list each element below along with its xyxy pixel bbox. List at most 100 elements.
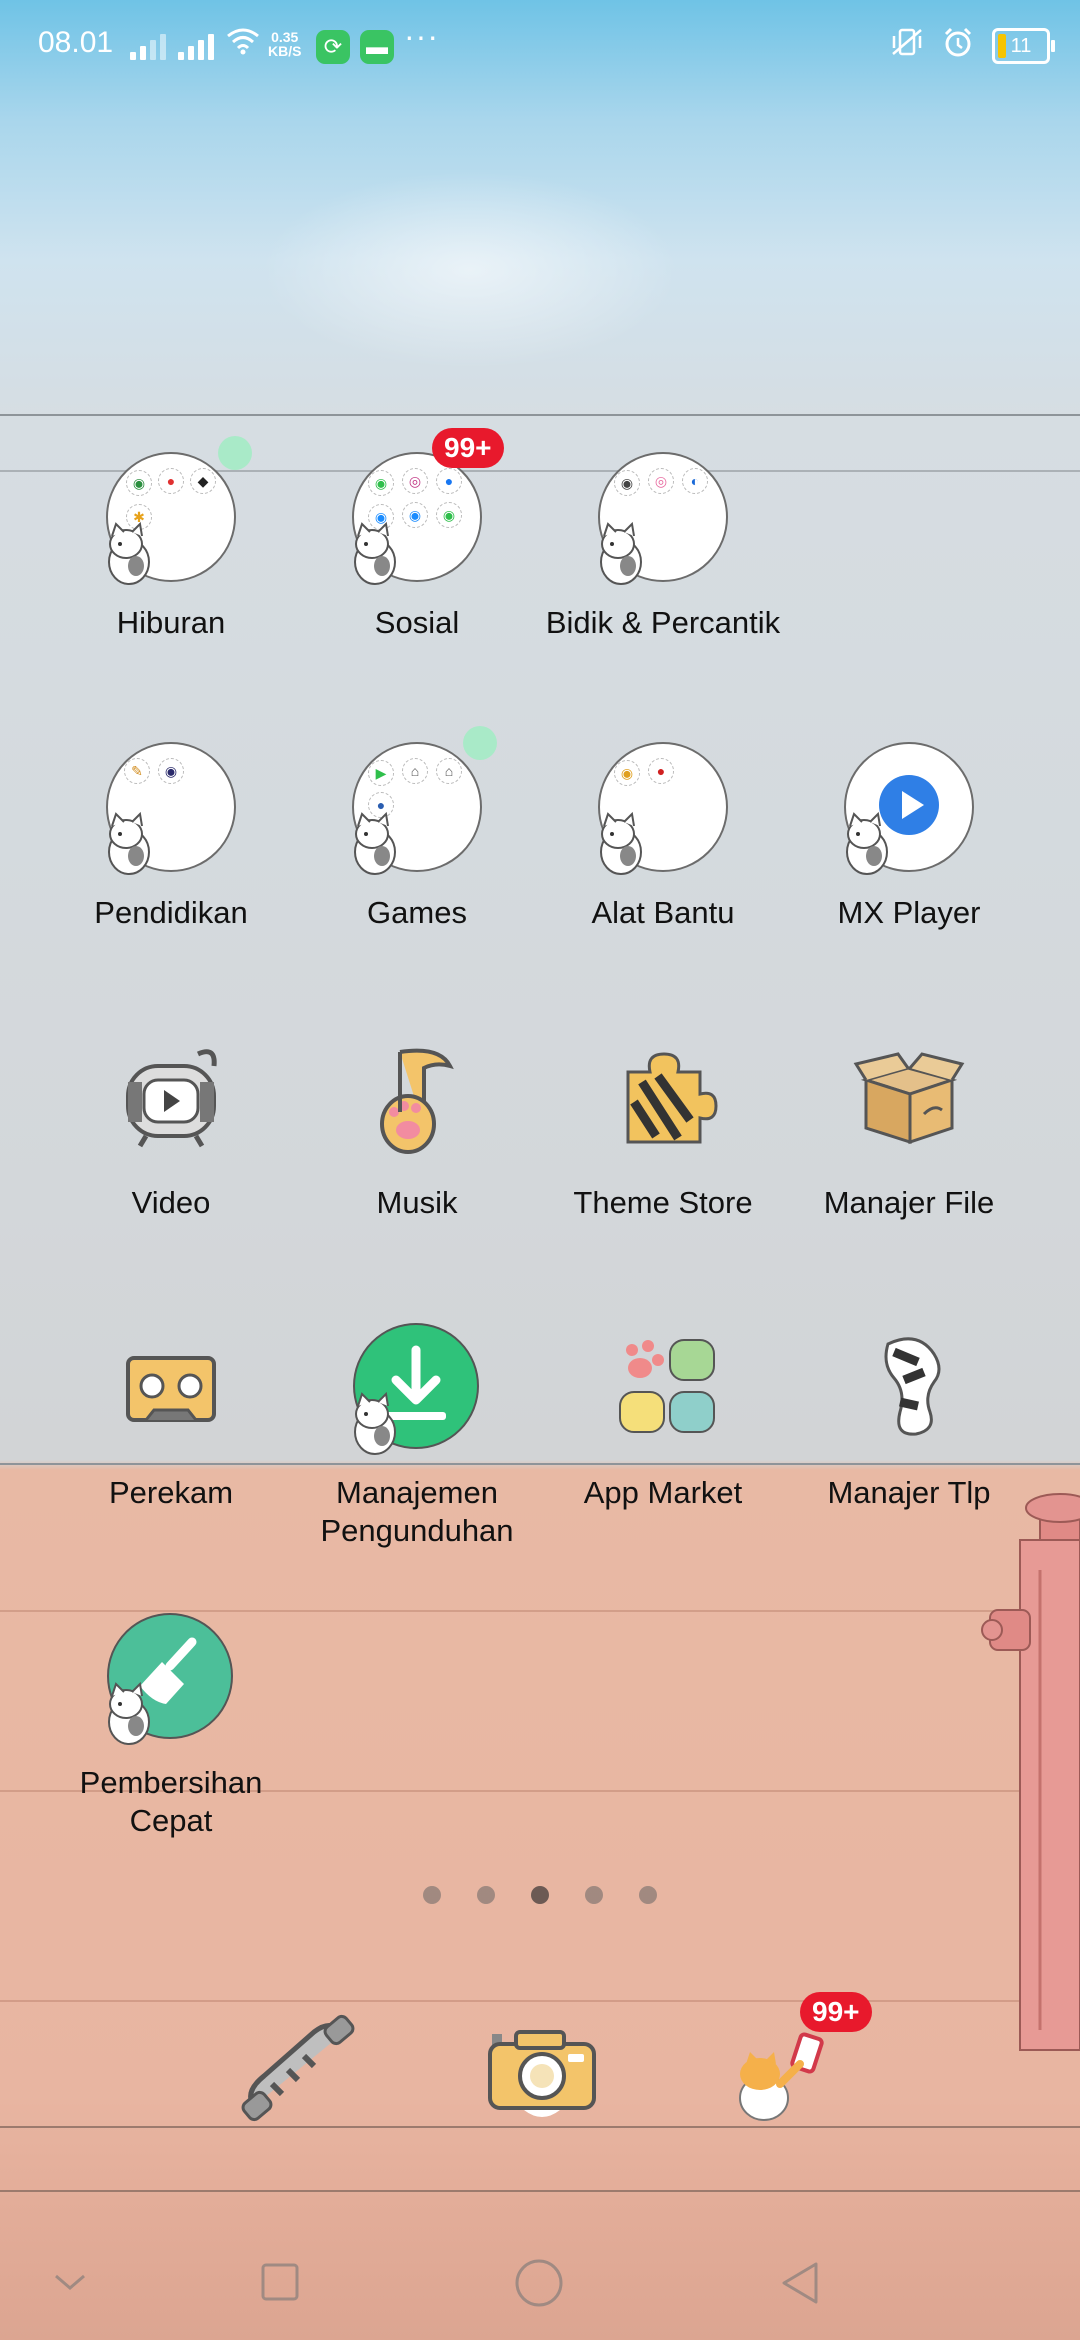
- folder-hiburan[interactable]: ◉ ● ◆ ✱ Hiburan: [48, 452, 294, 642]
- cat-mascot-icon: [600, 521, 642, 585]
- app-manajer-tlp[interactable]: Manajer Tlp: [786, 1322, 1032, 1512]
- messages-icon[interactable]: [720, 2024, 840, 2134]
- app-mini-icon: ◆: [190, 468, 216, 494]
- app-manajemen-pengunduhan[interactable]: Manajemen Pengunduhan: [294, 1322, 540, 1550]
- fire-hydrant-decoration: [981, 1493, 1080, 2051]
- music-icon: [380, 1048, 454, 1154]
- cat-mascot-icon: [354, 811, 396, 875]
- cassette-icon: [126, 1356, 216, 1422]
- app-mini-icon: ✎: [124, 758, 150, 784]
- app-theme-store[interactable]: Theme Store: [540, 1032, 786, 1222]
- wifi-icon: [226, 26, 260, 63]
- app-label: Manajer File: [823, 1185, 995, 1220]
- puzzle-icon: [626, 1052, 718, 1144]
- app-mini-icon: ●: [158, 468, 184, 494]
- app-label: Bidik & Percantik: [545, 605, 781, 640]
- signal-icon: [130, 30, 166, 60]
- app-mini-icon: ⌂: [402, 758, 428, 784]
- battery-level: 11: [1010, 35, 1032, 57]
- app-mini-icon: ◎: [402, 468, 428, 494]
- app-manajer-file[interactable]: Manajer File: [786, 1032, 1032, 1222]
- battery-icon: 11: [992, 28, 1055, 64]
- more-notifications-icon: ···: [404, 18, 439, 54]
- app-app-market[interactable]: App Market: [540, 1322, 786, 1512]
- floor-tile-line: [0, 2000, 1080, 2002]
- chevron-down-icon[interactable]: [52, 2270, 88, 2294]
- app-label: Manajemen Pengunduhan: [320, 1475, 514, 1548]
- messages-badge: 99+: [800, 1992, 872, 2032]
- signal-icon: [178, 30, 214, 60]
- cat-mascot-icon: [108, 811, 150, 875]
- dock: 99+: [0, 1992, 1080, 2140]
- app-mini-icon: ●: [436, 468, 462, 494]
- status-time: 08.01: [38, 26, 114, 59]
- app-label: Sosial: [374, 605, 460, 640]
- cat-tail-phone-icon: [884, 1337, 941, 1436]
- vibrate-off-icon: [890, 27, 924, 65]
- folder-games[interactable]: ▶ ⌂ ⌂ ● Games: [294, 742, 540, 932]
- notification-badge: 99+: [432, 428, 504, 468]
- curb-line: [0, 2190, 1080, 2192]
- camera-icon[interactable]: [484, 2026, 600, 2126]
- cat-mascot-icon: [846, 811, 888, 875]
- app-mini-icon: ◉: [614, 760, 640, 786]
- wall-line: [0, 414, 1080, 416]
- app-label: Perekam: [108, 1475, 234, 1510]
- cat-mascot-icon: [108, 1681, 150, 1745]
- app-perekam[interactable]: Perekam: [48, 1322, 294, 1512]
- page-dot[interactable]: [423, 1886, 441, 1904]
- cat-mascot-icon: [354, 521, 396, 585]
- page-dot[interactable]: [477, 1886, 495, 1904]
- page-dot[interactable]: [639, 1886, 657, 1904]
- app-pembersihan-cepat[interactable]: Pembersihan Cepat: [48, 1612, 294, 1840]
- recents-button-icon[interactable]: [260, 2262, 300, 2302]
- app-mini-icon: ◐: [682, 468, 708, 494]
- folder-pendidikan[interactable]: ✎ ◉ Pendidikan: [48, 742, 294, 932]
- app-mx-player[interactable]: MX Player: [786, 742, 1032, 932]
- app-label: Video: [131, 1185, 211, 1220]
- app-mini-icon: ◎: [648, 468, 674, 494]
- sync-app-icon: ⟳: [316, 30, 350, 64]
- app-mini-icon: ●: [648, 758, 674, 784]
- page-dot-active[interactable]: [531, 1886, 549, 1904]
- page-indicator[interactable]: [0, 1886, 1080, 1904]
- network-speed-value: 0.35: [271, 29, 299, 45]
- alarm-icon: [942, 26, 974, 66]
- app-label: Manajer Tlp: [827, 1475, 991, 1510]
- app-label: Alat Bantu: [591, 895, 735, 930]
- home-button-icon[interactable]: [514, 2258, 564, 2308]
- status-right-icons: 11: [890, 26, 1055, 66]
- app-mini-icon: ◉: [402, 502, 428, 528]
- message-app-icon: ▬: [360, 30, 394, 64]
- network-speed: 0.35 KB/S: [268, 30, 301, 58]
- app-label: Theme Store: [573, 1185, 753, 1220]
- network-speed-unit: KB/S: [268, 43, 302, 59]
- app-label: Hiburan: [116, 605, 226, 640]
- app-market-icon: [619, 1339, 715, 1433]
- app-label: Games: [367, 895, 467, 930]
- app-label: Pembersihan Cepat: [79, 1765, 263, 1838]
- app-mini-icon: ◉: [436, 502, 462, 528]
- folder-bidik-percantik[interactable]: ◉ ◎ ◐ Bidik & Percantik: [540, 452, 786, 642]
- app-label: App Market: [583, 1475, 743, 1510]
- app-label: Musik: [376, 1185, 458, 1220]
- navigation-bar: [0, 2230, 1080, 2340]
- app-mini-icon: ◉: [158, 758, 184, 784]
- app-video[interactable]: Video: [48, 1032, 294, 1222]
- phone-icon[interactable]: [232, 2014, 362, 2124]
- page-dot[interactable]: [585, 1886, 603, 1904]
- app-musik[interactable]: Musik: [294, 1032, 540, 1222]
- folder-sosial[interactable]: ◉ ◎ ● ◉ ◉ ◉ Sosial: [294, 452, 540, 642]
- folder-alat-bantu[interactable]: ◉ ● Alat Bantu: [540, 742, 786, 932]
- notification-dot: [218, 436, 252, 470]
- cat-mascot-icon: [600, 811, 642, 875]
- app-mini-icon: ▶: [368, 760, 394, 786]
- app-mini-icon: ⌂: [436, 758, 462, 784]
- box-icon: [853, 1052, 965, 1145]
- sky-cloud: [260, 170, 680, 370]
- notification-dot: [463, 726, 497, 760]
- back-button-icon[interactable]: [778, 2260, 822, 2306]
- cat-mascot-icon: [354, 1391, 396, 1455]
- app-label: Pendidikan: [94, 895, 248, 930]
- status-bar: 08.01 0.35 KB/S ⟳ ▬ ··· 11: [0, 0, 1080, 92]
